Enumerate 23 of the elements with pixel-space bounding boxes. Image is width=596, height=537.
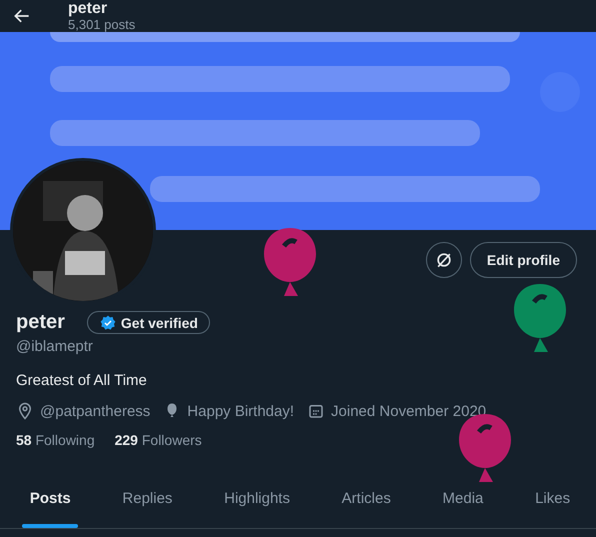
- more-options-button[interactable]: [426, 242, 462, 278]
- bio-text: Greatest of All Time: [16, 372, 148, 389]
- profile-tab[interactable]: Replies: [96, 468, 198, 528]
- profile-tab[interactable]: Articles: [316, 468, 417, 528]
- calendar-icon: [307, 402, 326, 420]
- balloon-icon: [512, 282, 568, 352]
- edit-profile-button[interactable]: Edit profile: [470, 242, 577, 278]
- verified-badge-icon: [100, 314, 116, 330]
- balloon-icon: [262, 226, 318, 296]
- profile-detail: Happy Birthday!: [187, 402, 294, 420]
- follow-count-link[interactable]: 229 Followers: [114, 432, 202, 448]
- user-handle: @iblameptr: [16, 338, 94, 355]
- profile-tab[interactable]: Likes: [509, 468, 596, 528]
- follow-count-link[interactable]: 58 Following: [16, 432, 95, 448]
- profile-title: peter: [68, 0, 108, 17]
- get-verified-button[interactable]: Get verified: [86, 311, 210, 334]
- profile-tab[interactable]: Posts: [4, 468, 97, 528]
- display-name: peter: [16, 311, 65, 334]
- profile-tab[interactable]: Media: [416, 468, 510, 528]
- location-pin-icon: [16, 402, 34, 420]
- profile-tab[interactable]: Highlights: [198, 468, 316, 528]
- post-count: 5,301 posts: [68, 17, 136, 32]
- location-link[interactable]: @patpantheress: [40, 402, 150, 420]
